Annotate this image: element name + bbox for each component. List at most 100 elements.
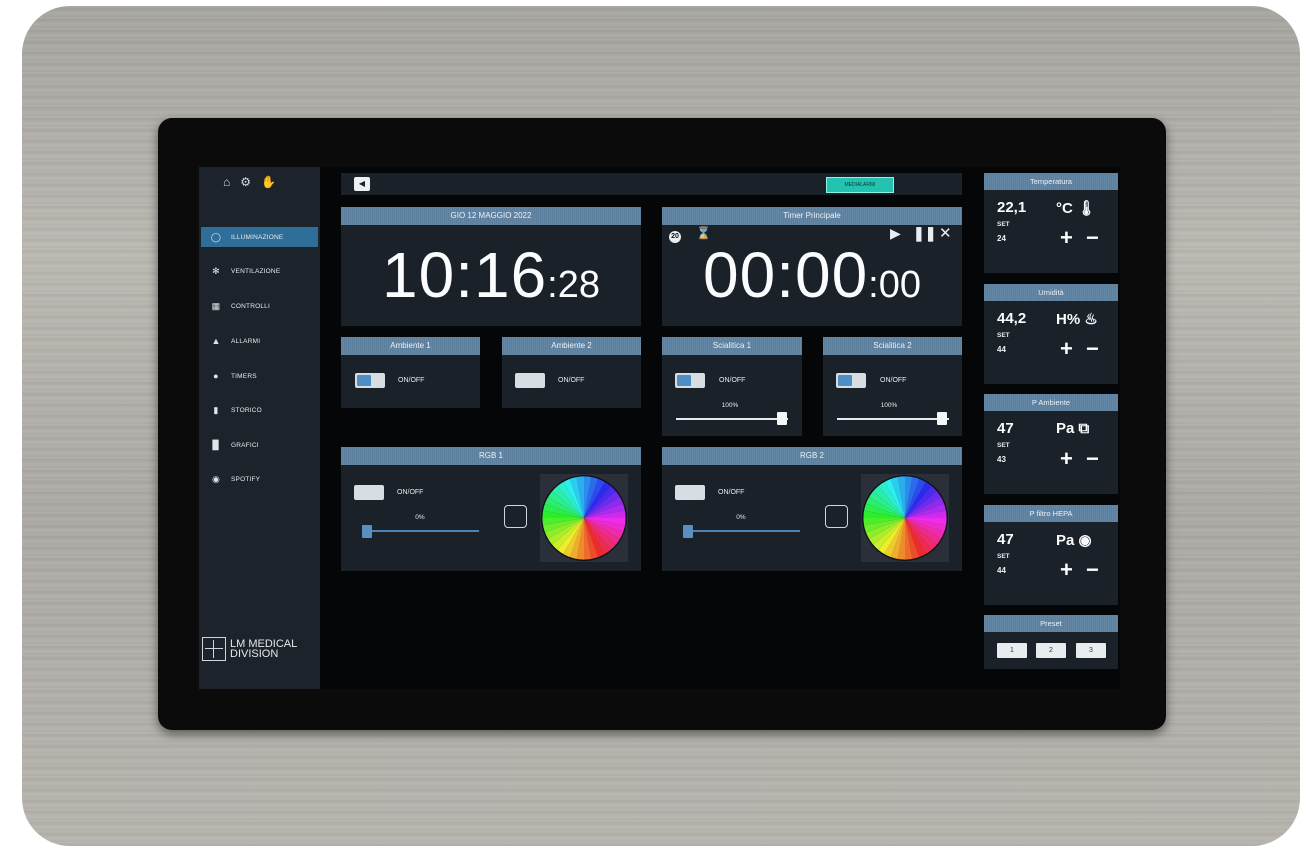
color-wheel-1[interactable] (540, 474, 628, 562)
slider-handle[interactable] (362, 525, 372, 538)
toggle-label: ON/OFF (558, 377, 585, 384)
history-icon: ▮ (213, 404, 219, 415)
sidebar-item-controlli[interactable]: ▦ CONTROLLI (201, 296, 318, 316)
set-label: SET (997, 442, 1010, 449)
toggle-label: ON/OFF (880, 377, 907, 384)
rgb-2-slider[interactable] (684, 530, 800, 532)
thermometer-icon: 🌡 (1077, 200, 1097, 217)
ambiente-2-toggle[interactable] (515, 373, 545, 388)
panel-title: Ambiente 2 (502, 337, 641, 355)
toggle-label: ON/OFF (719, 377, 746, 384)
level-percent: 0% (415, 514, 425, 521)
speaker-button[interactable]: ◀ (354, 177, 370, 191)
hourglass-icon[interactable]: ⌛ (696, 226, 711, 240)
color-wheel-2[interactable] (861, 474, 949, 562)
sidebar-item-allarmi[interactable]: ▲ ALLARMI (201, 331, 318, 351)
panel-title: Umidità (984, 284, 1118, 301)
drop-icon: ♨ (1084, 311, 1098, 328)
screen (199, 167, 1120, 689)
sensor-value: 47 (997, 531, 1014, 548)
hand-icon[interactable]: ✋ (261, 175, 276, 189)
scialitica-2-slider[interactable] (837, 418, 949, 420)
sensor-panel-temperatura: Temperatura 22,1 °C 🌡 SET 24 + − (984, 173, 1118, 273)
slider-handle[interactable] (777, 412, 787, 425)
sensor-panel-p-ambiente: P Ambiente 47 Pa ⧉ SET 43 + − (984, 394, 1118, 494)
sidebar-item-storico[interactable]: ▮ STORICO (201, 400, 318, 420)
sensor-unit: Pa ◉ (1056, 531, 1092, 549)
sidebar-top-icons: ⌂ ⚙ ✋ (223, 175, 276, 189)
sidebar-item-ventilazione[interactable]: ✻ VENTILAZIONE (201, 261, 318, 281)
sidebar-item-label: SPOTIFY (231, 475, 261, 483)
top-bar: ◀ MEDIALARMI (341, 173, 962, 195)
preset-button-3[interactable]: 3 (1076, 643, 1106, 658)
sensor-unit: Pa ⧉ (1056, 420, 1089, 437)
unit-text: Pa (1056, 532, 1075, 549)
sensor-value: 47 (997, 420, 1014, 437)
export-icon: ⧉ (1078, 420, 1090, 437)
set-label: SET (997, 221, 1010, 228)
decrease-button[interactable]: − (1086, 448, 1099, 470)
rgb-1-toggle[interactable] (354, 485, 384, 500)
rgb-2-toggle[interactable] (675, 485, 705, 500)
ambiente-1-toggle[interactable] (355, 373, 385, 388)
unit-text: Pa (1056, 420, 1075, 437)
rgb-1-checkbox[interactable] (504, 505, 527, 528)
panel-title: P Ambiente (984, 394, 1118, 411)
bulb-icon: ◯ (210, 231, 222, 242)
scialitica-1-slider[interactable] (676, 418, 788, 420)
light-panel-scialitica-2: Scialitica 2 ON/OFF 100% (823, 337, 962, 436)
preset-panel: Preset 1 2 3 (984, 615, 1118, 669)
sidebar-item-label: CONTROLLI (231, 302, 271, 310)
scialitica-1-toggle[interactable] (675, 373, 705, 388)
increase-button[interactable]: + (1060, 448, 1073, 470)
rgb-1-slider[interactable] (363, 530, 479, 532)
unit-text: H% (1056, 311, 1081, 328)
increase-button[interactable]: + (1060, 338, 1073, 360)
panel-title: Ambiente 1 (341, 337, 480, 355)
sidebar-item-spotify[interactable]: ◉ SPOTIFY (201, 469, 318, 489)
preset-button-1[interactable]: 1 (997, 643, 1027, 658)
unit-text: °C (1056, 200, 1073, 217)
speaker-icon: ◀ (358, 179, 366, 188)
home-icon[interactable]: ⌂ (223, 175, 230, 189)
panel-title: Temperatura (984, 173, 1118, 190)
rgb-2-checkbox[interactable] (825, 505, 848, 528)
toggle-label: ON/OFF (397, 489, 424, 496)
panel-title: RGB 1 (341, 447, 641, 465)
preset-button-2[interactable]: 2 (1036, 643, 1066, 658)
level-percent: 100% (880, 402, 898, 409)
slider-handle[interactable] (683, 525, 693, 538)
sidebar-item-illuminazione[interactable]: ◯ ILLUMINAZIONE (201, 227, 318, 247)
timer-seconds: :00 (868, 264, 921, 306)
close-icon[interactable]: ✕ (939, 224, 952, 242)
panel-title: Scialitica 2 (823, 337, 962, 355)
play-icon[interactable]: ▶ (890, 225, 901, 242)
clock-icon: ● (213, 371, 219, 381)
gears-icon[interactable]: ⚙ (240, 175, 251, 189)
set-value: 44 (997, 566, 1006, 575)
alarm-badge[interactable]: MEDIALARMI (826, 177, 894, 193)
decrease-button[interactable]: − (1086, 338, 1099, 360)
set-label: SET (997, 553, 1010, 560)
timer-preset-badge[interactable]: 20 (669, 227, 681, 243)
sidebar-item-grafici[interactable]: ▉ GRAFICI (201, 435, 318, 455)
increase-button[interactable]: + (1060, 227, 1073, 249)
sensor-unit: °C 🌡 (1056, 199, 1096, 217)
company-logo: LM MEDICAL DIVISION (202, 637, 297, 661)
scialitica-2-toggle[interactable] (836, 373, 866, 388)
pause-icon[interactable]: ❚❚ (913, 225, 936, 242)
clock-panel: GIO 12 MAGGIO 2022 10:16:28 (341, 207, 641, 326)
decrease-button[interactable]: − (1086, 559, 1099, 581)
sidebar: ⌂ ⚙ ✋ ◯ ILLUMINAZIONE ✻ VENTILAZIONE ▦ C… (199, 167, 320, 689)
rgb-panel-2: RGB 2 ON/OFF 0% (662, 447, 962, 571)
level-percent: 100% (721, 402, 739, 409)
rgb-panel-1: RGB 1 ON/OFF 0% (341, 447, 641, 571)
sidebar-item-timers[interactable]: ● TIMERS (201, 366, 318, 386)
increase-button[interactable]: + (1060, 559, 1073, 581)
filter-icon: ◉ (1078, 532, 1092, 549)
toggle-label: ON/OFF (718, 489, 745, 496)
slider-handle[interactable] (937, 412, 947, 425)
panel-title: Preset (984, 615, 1118, 632)
panel-title: P filtro HEPA (984, 505, 1118, 522)
decrease-button[interactable]: − (1086, 227, 1099, 249)
